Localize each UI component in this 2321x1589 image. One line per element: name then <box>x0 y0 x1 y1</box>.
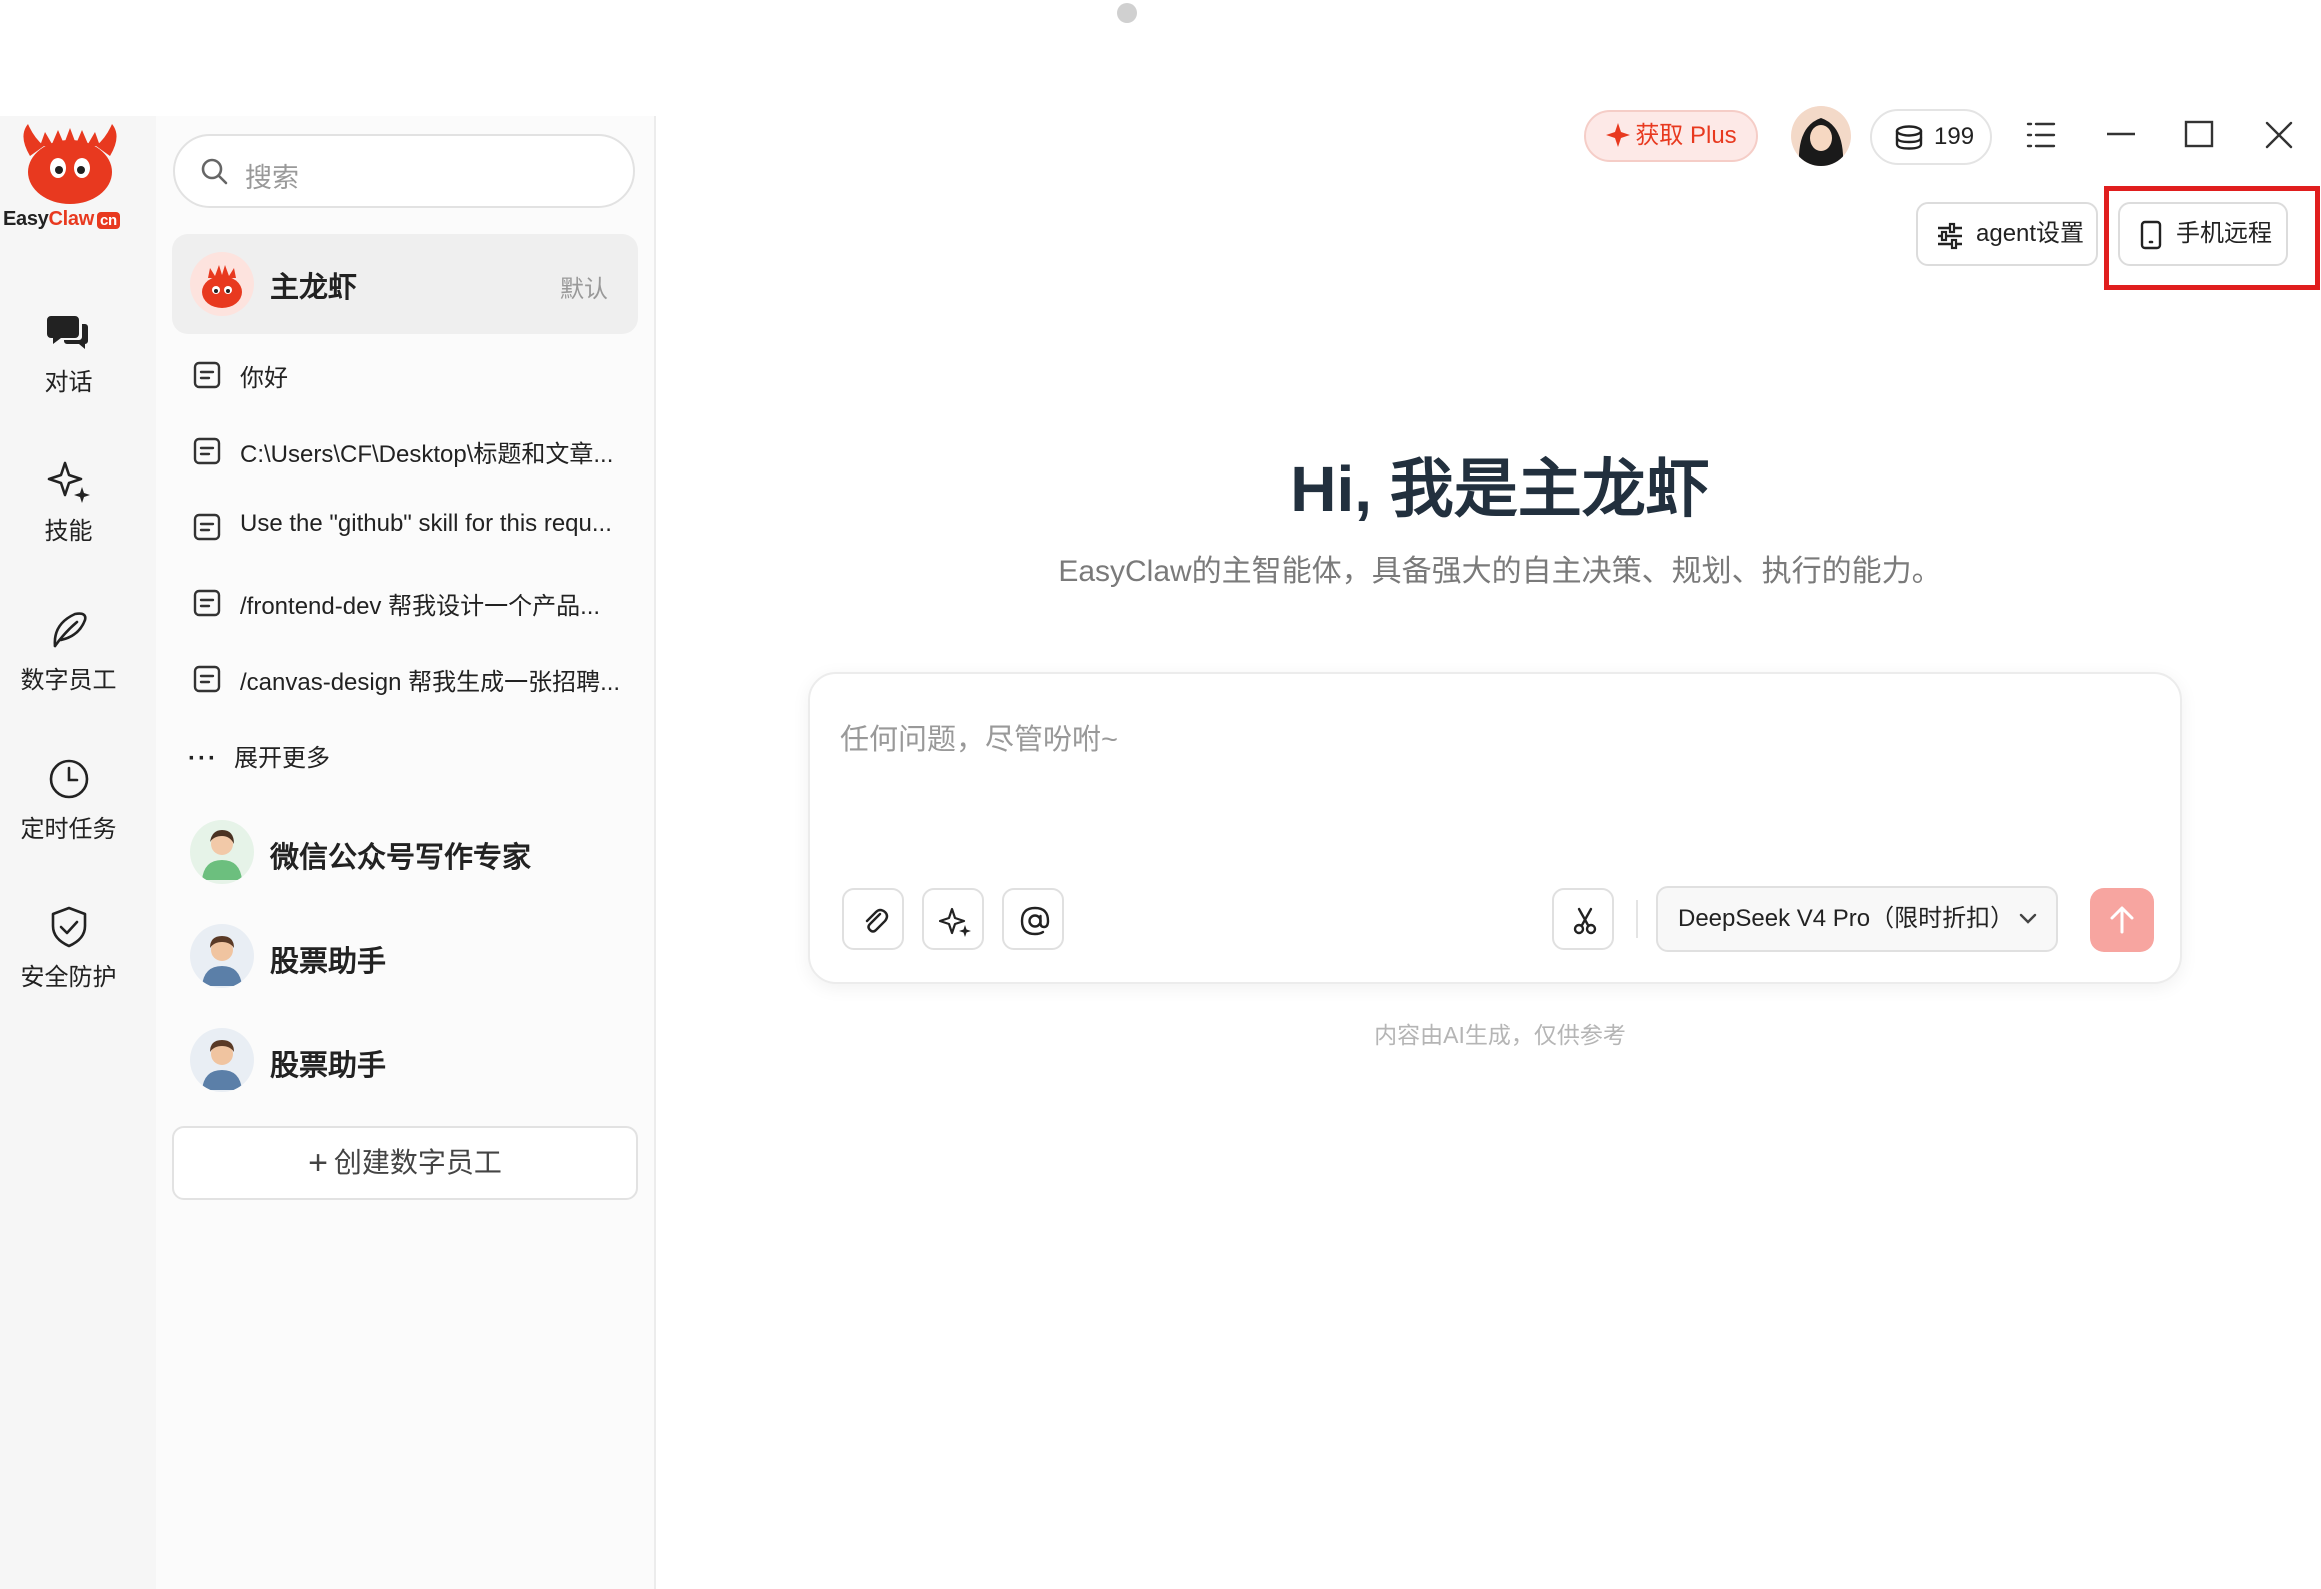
get-plus-button[interactable]: 获取 Plus <box>1584 110 1758 162</box>
credits-count: 199 <box>1934 123 1975 150</box>
highlight-box <box>2104 186 2320 290</box>
message-input[interactable]: 任何问题，尽管吩咐~ <box>840 716 1118 758</box>
search-placeholder: 搜索 <box>245 163 299 193</box>
history-title: /frontend-dev 帮我设计一个产品... <box>240 593 601 620</box>
user-avatar-image <box>1791 106 1851 166</box>
default-badge: 默认 <box>560 276 608 303</box>
nav-label: 对话 <box>44 369 93 396</box>
chat-doc-icon <box>193 589 221 617</box>
chat-doc-icon <box>193 665 221 693</box>
employee-name: 股票助手 <box>270 1050 387 1082</box>
chevron-down-icon <box>2019 913 2037 924</box>
history-title: Use the "github" skill for this requ... <box>240 510 612 537</box>
brand-name: EasyClaw cn <box>3 208 120 231</box>
nav-label: 数字员工 <box>20 667 117 694</box>
employee-avatar <box>190 924 254 988</box>
chat-icon <box>46 316 88 349</box>
sparkle-icon <box>47 461 90 503</box>
history-title: 你好 <box>240 365 288 392</box>
user-avatar[interactable] <box>1791 106 1851 166</box>
nav-item-skills[interactable]: 技能 <box>0 457 137 546</box>
employee-avatar <box>190 1028 254 1092</box>
history-title: /canvas-design 帮我生成一张招聘... <box>240 669 621 696</box>
greeting-title: Hi, 我是主龙虾 <box>1290 453 1710 525</box>
lobster-avatar-icon <box>202 265 242 308</box>
paperclip-icon <box>865 908 889 933</box>
employee-item[interactable]: 微信公众号写作专家 <box>190 816 630 888</box>
arrow-up-icon <box>2110 906 2134 934</box>
nav-label: 定时任务 <box>20 816 117 843</box>
chat-doc-icon <box>193 437 221 465</box>
search-input[interactable]: 搜索 <box>173 134 635 208</box>
mention-button[interactable] <box>1002 888 1064 950</box>
nav-label: 技能 <box>44 518 93 545</box>
history-item[interactable]: /canvas-design 帮我生成一张招聘... <box>192 650 632 710</box>
shield-icon <box>51 906 86 948</box>
create-employee-label: 创建数字员工 <box>333 1147 502 1178</box>
person-avatar-icon <box>202 830 242 880</box>
get-plus-label: 获取 Plus <box>1635 122 1737 149</box>
employee-avatar <box>190 820 254 884</box>
skill-button[interactable] <box>922 888 984 950</box>
nav-item-security[interactable]: 安全防护 <box>0 903 137 992</box>
agent-settings-label: agent设置 <box>1976 220 2085 247</box>
employee-name: 微信公众号写作专家 <box>270 842 532 874</box>
nav-label: 安全防护 <box>20 964 117 991</box>
chat-doc-icon <box>193 513 221 541</box>
history-item[interactable]: C:\Users\CF\Desktop\标题和文章... <box>192 422 632 482</box>
maximize-icon[interactable] <box>2174 110 2224 160</box>
agent-settings-button[interactable]: agent设置 <box>1916 202 2098 266</box>
attach-button[interactable] <box>842 888 904 950</box>
history-item[interactable]: Use the "github" skill for this requ... <box>192 498 632 558</box>
plus-icon: + <box>308 1144 328 1182</box>
greeting-subtitle: EasyClaw的主智能体，具备强大的自主决策、规划、执行的能力。 <box>1058 555 1942 588</box>
chat-doc-icon <box>193 361 221 389</box>
message-composer: 任何问题，尽管吩咐~ DeepSeek V4 Pro（限时折扣） <box>808 672 2182 984</box>
nav-item-scheduled-tasks[interactable]: 定时任务 <box>0 755 137 844</box>
person-avatar-icon <box>202 936 242 986</box>
lobster-logo-icon <box>23 124 117 204</box>
main-agent-card[interactable]: 主龙虾 默认 <box>172 234 638 334</box>
employee-item[interactable]: 股票助手 <box>190 1024 630 1096</box>
expand-more-label: 展开更多 <box>233 745 330 772</box>
history-item[interactable]: /frontend-dev 帮我设计一个产品... <box>192 574 632 634</box>
ai-disclaimer: 内容由AI生成，仅供参考 <box>1374 1022 1626 1048</box>
agent-name: 主龙虾 <box>270 272 358 304</box>
nav-item-chat[interactable]: 对话 <box>0 308 137 397</box>
star-burst-icon <box>1606 123 1631 147</box>
scissors-icon <box>1573 907 1597 935</box>
history-item[interactable]: 你好 <box>192 346 632 406</box>
toolbar-divider <box>1636 900 1638 938</box>
nav-item-digital-employees[interactable]: 数字员工 <box>0 606 137 695</box>
expand-more-button[interactable]: ··· 展开更多 <box>188 738 330 773</box>
history-title: C:\Users\CF\Desktop\标题和文章... <box>240 441 614 468</box>
window-drag-handle[interactable] <box>1117 3 1137 23</box>
sliders-icon <box>1938 222 1962 250</box>
minimize-icon[interactable] <box>2096 110 2146 160</box>
model-name: DeepSeek V4 Pro（限时折扣） <box>1678 905 2015 932</box>
menu-list-icon[interactable] <box>2016 110 2066 160</box>
create-employee-button[interactable]: + 创建数字员工 <box>172 1126 638 1200</box>
person-avatar-icon <box>202 1040 242 1090</box>
clock-icon <box>49 759 88 799</box>
more-dots-icon: ··· <box>188 745 218 772</box>
app-logo: EasyClaw cn <box>0 116 140 246</box>
close-icon[interactable] <box>2254 110 2304 160</box>
cut-button[interactable] <box>1552 888 1614 950</box>
employee-item[interactable]: 股票助手 <box>190 920 630 992</box>
sparkle-icon <box>939 907 971 937</box>
leaf-icon <box>53 612 87 648</box>
employee-name: 股票助手 <box>270 946 387 978</box>
at-sign-icon <box>1020 906 1050 936</box>
credits-balance[interactable]: 199 <box>1870 109 1992 165</box>
coins-icon <box>1895 125 1923 150</box>
send-button[interactable] <box>2090 888 2154 952</box>
model-select[interactable]: DeepSeek V4 Pro（限时折扣） <box>1656 886 2058 952</box>
search-icon <box>201 158 228 185</box>
agent-avatar <box>190 252 254 316</box>
